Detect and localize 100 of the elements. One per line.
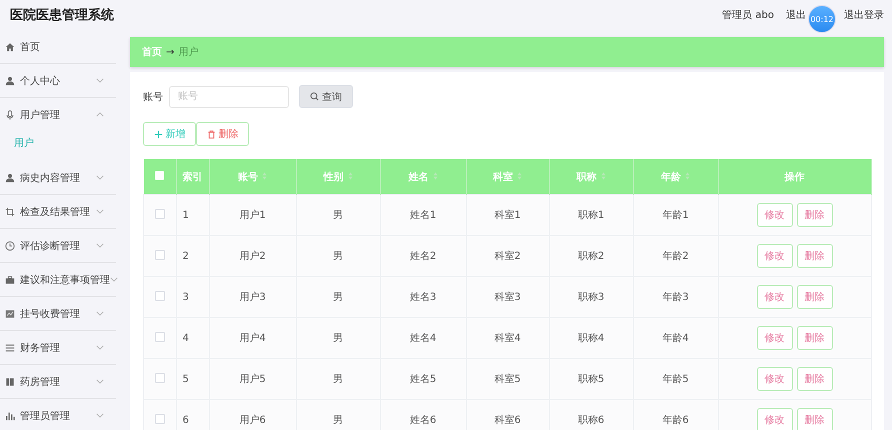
chevron-icon [96,78,104,83]
row-checkbox[interactable] [154,372,165,382]
row-checkbox[interactable] [154,332,165,342]
sidebar-item[interactable]: 评估诊断管理 [0,229,116,262]
row-checkbox[interactable] [154,290,165,300]
sidebar-item[interactable]: 病史内容管理 [0,161,116,194]
field-label: 账号 [143,90,163,104]
sidebar-item[interactable]: 财务管理 [0,331,116,364]
delete-button[interactable]: 删除 [196,122,249,146]
add-button[interactable]: 新增 [143,122,196,146]
table-cell: 男 [296,236,380,276]
table-cell: 职称4 [549,318,633,358]
sort-icon[interactable] [348,172,352,180]
column-header[interactable]: 职称 [549,159,633,194]
edit-button[interactable]: 修改 [756,244,792,268]
column-header[interactable]: 年龄 [633,159,718,194]
table-cell: 年龄1 [633,194,718,236]
edit-button[interactable]: 修改 [756,326,792,350]
sort-icon[interactable] [517,172,522,180]
column-header[interactable]: 姓名 [380,159,466,194]
case-icon [5,274,15,284]
edit-button[interactable]: 修改 [756,203,792,227]
search-icon [310,92,319,101]
chevron-icon [96,175,104,180]
table-cell: 男 [296,318,380,358]
row-checkbox[interactable] [154,414,165,424]
header-checkbox[interactable] [155,170,164,180]
delete-button[interactable]: 删除 [796,203,832,227]
column-header[interactable]: 科室 [466,159,549,194]
list-icon [5,342,15,352]
table-cell: 年龄3 [633,276,718,318]
chevron-icon [96,243,104,248]
mic-icon [5,110,15,120]
table-cell: 4 [176,318,209,358]
row-checkbox[interactable] [154,208,165,218]
table-cell: 用户2 [209,236,296,276]
delete-button[interactable]: 删除 [796,244,832,268]
table-cell: 3 [176,276,209,318]
delete-button[interactable]: 删除 [796,367,832,391]
sidebar-item[interactable]: 挂号收费管理 [0,297,116,330]
table-cell: 科室2 [466,236,549,276]
timer-badge: 00:12 [808,5,836,33]
sidebar-item[interactable]: 检查及结果管理 [0,195,116,228]
table-cell: 男 [296,194,380,236]
sidebar-item[interactable]: 管理员管理 [0,399,116,430]
edit-button[interactable]: 修改 [756,408,792,430]
account-field[interactable]: 账号 [169,86,289,108]
table-cell: 姓名3 [380,276,466,318]
column-header[interactable]: 性别 [296,159,380,194]
delete-button[interactable]: 删除 [796,326,832,350]
chevron-icon [96,379,104,384]
sort-icon[interactable] [432,172,438,180]
bars-icon [5,410,15,420]
table-cell: 姓名1 [380,194,466,236]
chevron-icon [96,112,104,117]
table-cell: 用户4 [209,318,296,358]
table-cell: 姓名4 [380,318,466,358]
sort-icon[interactable] [262,172,267,180]
sidebar-item[interactable]: 建议和注意事项管理 [0,263,116,296]
header-link[interactable]: 退出 [786,8,806,22]
table-cell: 6 [176,400,209,430]
table-cell: 用户6 [209,400,296,430]
table-cell: 职称2 [549,236,633,276]
sidebar-item[interactable]: 药房管理 [0,365,116,398]
header-link[interactable]: 退出登录 [844,8,884,22]
table-cell: 男 [296,276,380,318]
delete-button[interactable]: 删除 [796,408,832,430]
sort-icon[interactable] [600,172,606,180]
sort-icon[interactable] [685,172,690,180]
table-cell: 职称1 [549,194,633,236]
plus-icon [154,130,162,138]
table-cell: 用户3 [209,276,296,318]
table-cell: 科室1 [466,194,549,236]
sidebar-item[interactable]: 首页 [0,30,116,63]
table-cell: 2 [176,236,209,276]
table-cell: 姓名6 [380,400,466,430]
table-cell: 科室5 [466,358,549,400]
trash-icon [206,130,216,138]
table-cell: 职称5 [549,358,633,400]
edit-button[interactable]: 修改 [756,285,792,309]
table-cell: 年龄5 [633,358,718,400]
chevron-icon [110,277,118,282]
sidebar-item[interactable]: 个人中心 [0,64,116,97]
row-checkbox[interactable] [154,250,165,260]
book-icon [5,376,15,386]
sidebar-subitem[interactable]: 用户 [0,131,116,161]
table-cell: 科室6 [466,400,549,430]
table-cell: 男 [296,400,380,430]
sidebar-item[interactable]: 用户管理 [0,98,116,131]
breadcrumb-item[interactable]: 首页 [142,45,162,59]
clock-icon [5,240,15,250]
table-cell: 年龄2 [633,236,718,276]
search-button[interactable]: 查询 [299,85,353,108]
delete-button[interactable]: 删除 [796,285,832,309]
person-icon [5,172,15,182]
breadcrumb-item[interactable]: 用户 [178,45,198,59]
edit-button[interactable]: 修改 [756,367,792,391]
table-cell: 男 [296,358,380,400]
table-cell: 姓名2 [380,236,466,276]
column-header[interactable]: 账号 [209,159,296,194]
